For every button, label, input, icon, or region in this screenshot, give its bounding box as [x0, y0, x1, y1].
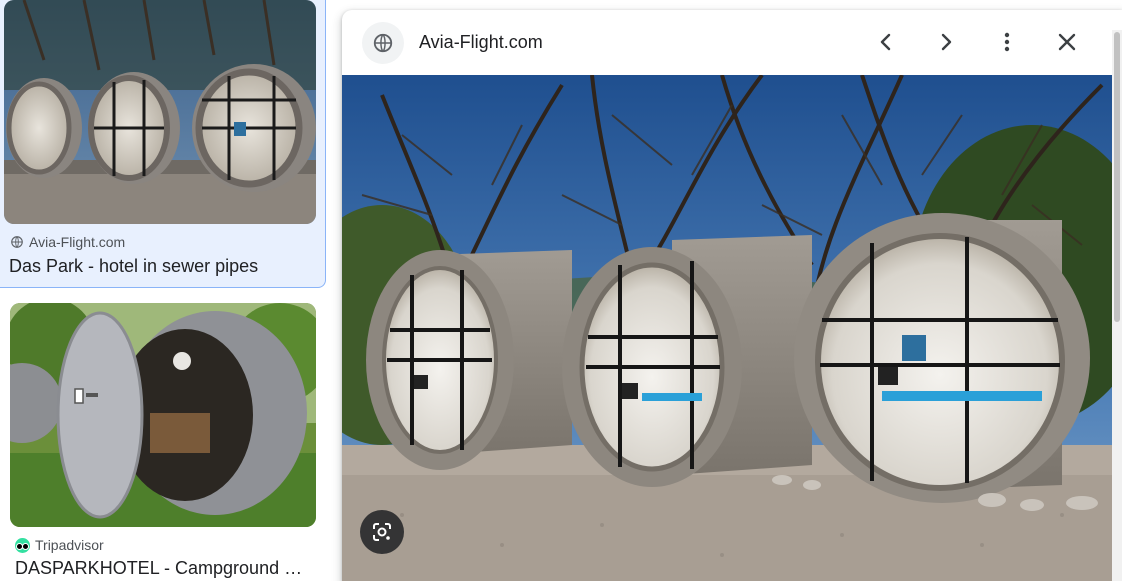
chevron-left-icon	[880, 33, 891, 51]
result-1-source[interactable]: Avia-Flight.com	[10, 234, 125, 250]
scrollbar-thumb[interactable]	[1114, 32, 1120, 322]
lens-search-button[interactable]	[360, 510, 404, 554]
preview-image[interactable]	[342, 75, 1112, 581]
result-thumbnail-2[interactable]	[10, 303, 316, 527]
next-button[interactable]	[926, 22, 966, 62]
result-1-source-label: Avia-Flight.com	[29, 234, 126, 250]
previous-button[interactable]	[866, 22, 906, 62]
result-2-source-label: Tripadvisor	[35, 537, 104, 553]
tripadvisor-icon	[15, 537, 30, 553]
preview-site-name[interactable]: Avia-Flight.com	[419, 32, 543, 53]
image-search-page: Avia-Flight.com Das Park - hotel in sewe…	[0, 0, 1122, 581]
google-lens-icon	[373, 523, 391, 541]
site-icon[interactable]	[362, 22, 404, 64]
more-options-button[interactable]	[987, 22, 1027, 62]
globe-icon	[373, 33, 393, 53]
more-vert-icon	[1004, 32, 1010, 52]
preview-scrollbar[interactable]	[1112, 30, 1122, 581]
chevron-right-icon	[941, 33, 952, 51]
close-icon	[1058, 33, 1076, 51]
result-2-source[interactable]: Tripadvisor	[15, 537, 104, 553]
close-button[interactable]	[1047, 22, 1087, 62]
result-2-title[interactable]: DASPARKHOTEL - Campground Reviews	[15, 558, 315, 579]
globe-icon	[11, 236, 23, 248]
preview-panel: Avia-Flight.com	[342, 10, 1122, 581]
result-thumbnail-1[interactable]	[4, 0, 316, 224]
preview-header: Avia-Flight.com	[342, 10, 1122, 75]
result-1-title[interactable]: Das Park - hotel in sewer pipes	[9, 256, 319, 277]
